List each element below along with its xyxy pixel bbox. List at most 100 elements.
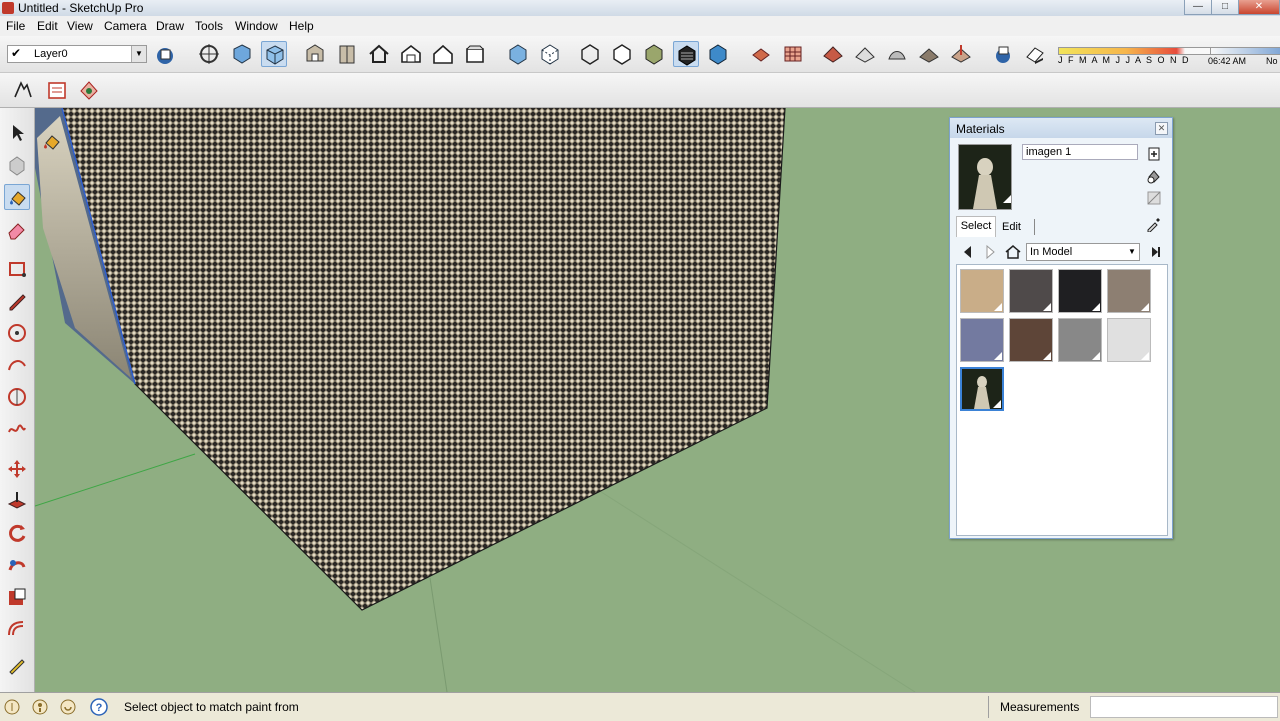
back-view-icon[interactable] bbox=[398, 41, 424, 67]
material-swatch-selected[interactable] bbox=[960, 367, 1004, 411]
layer-name: Layer0 bbox=[34, 48, 68, 60]
material-swatch[interactable] bbox=[1058, 269, 1102, 313]
menu-file[interactable]: File bbox=[6, 19, 25, 33]
material-swatch[interactable] bbox=[1009, 318, 1053, 362]
drape-icon[interactable] bbox=[948, 41, 974, 67]
tab-divider bbox=[1034, 219, 1035, 235]
rotate-icon[interactable] bbox=[4, 520, 30, 546]
material-swatch[interactable] bbox=[1058, 318, 1102, 362]
model-info-icon[interactable] bbox=[44, 77, 70, 103]
default-material-icon[interactable] bbox=[1146, 168, 1162, 184]
sample-paint-eyedropper-icon[interactable] bbox=[1146, 216, 1162, 233]
home-view-icon[interactable] bbox=[366, 41, 392, 67]
tab-select[interactable]: Select bbox=[956, 216, 996, 237]
display-shadows-icon[interactable] bbox=[1022, 41, 1048, 67]
tape-measure-icon[interactable] bbox=[4, 652, 30, 678]
move-icon[interactable] bbox=[4, 456, 30, 482]
material-swatch[interactable] bbox=[960, 269, 1004, 313]
menu-edit[interactable]: Edit bbox=[37, 19, 58, 33]
iso-view-icon[interactable] bbox=[229, 41, 255, 67]
circle-icon[interactable] bbox=[4, 320, 30, 346]
shaded-with-textures-icon[interactable] bbox=[673, 41, 699, 67]
tab-edit[interactable]: Edit bbox=[1002, 221, 1021, 233]
layer-manager-icon[interactable] bbox=[152, 42, 178, 68]
help-icon[interactable]: ? bbox=[90, 698, 108, 716]
polygon-icon[interactable] bbox=[4, 384, 30, 410]
material-swatch[interactable] bbox=[1009, 269, 1053, 313]
components-icon[interactable] bbox=[76, 77, 102, 103]
credits-icon[interactable] bbox=[31, 698, 49, 716]
create-material-icon[interactable] bbox=[1146, 146, 1162, 162]
add-location-icon[interactable] bbox=[748, 41, 774, 67]
chevron-down-icon[interactable]: ▼ bbox=[131, 46, 146, 62]
top-view-icon[interactable] bbox=[261, 41, 287, 67]
arc-icon[interactable] bbox=[4, 352, 30, 378]
monochrome-icon[interactable] bbox=[705, 41, 731, 67]
shadows-settings-icon[interactable] bbox=[990, 41, 1016, 67]
menu-draw[interactable]: Draw bbox=[156, 19, 184, 33]
shadow-time-slider[interactable] bbox=[1210, 47, 1280, 55]
shadow-noon-label: No bbox=[1266, 56, 1278, 66]
close-button[interactable]: ✕ bbox=[1238, 0, 1280, 15]
geo-location-icon[interactable] bbox=[3, 698, 21, 716]
tape-measure-walk-icon[interactable] bbox=[10, 77, 36, 103]
follow-me-icon[interactable] bbox=[4, 552, 30, 578]
select-arrow-icon[interactable] bbox=[4, 120, 30, 146]
status-bar: ? Select object to match paint from Meas… bbox=[0, 692, 1280, 721]
green-axis bbox=[35, 453, 196, 507]
orbit-icon[interactable] bbox=[196, 41, 222, 67]
menu-view[interactable]: View bbox=[67, 19, 93, 33]
forward-arrow-icon[interactable] bbox=[982, 244, 998, 260]
materials-panel: Materials ✕ imagen 1 Select Edit In Mode… bbox=[949, 117, 1173, 539]
chevron-down-icon[interactable]: ▼ bbox=[1125, 244, 1139, 260]
stamp-icon[interactable] bbox=[916, 41, 942, 67]
terrain-icon[interactable] bbox=[780, 41, 806, 67]
rectangle-icon[interactable] bbox=[4, 256, 30, 282]
freehand-icon[interactable] bbox=[4, 416, 30, 442]
offset-icon[interactable] bbox=[4, 616, 30, 642]
shadow-date-slider[interactable] bbox=[1058, 47, 1228, 55]
home-icon[interactable] bbox=[1005, 244, 1021, 260]
material-name-field[interactable]: imagen 1 bbox=[1022, 144, 1138, 160]
collection-dropdown[interactable]: In Model ▼ bbox=[1026, 243, 1140, 261]
smoove-icon[interactable] bbox=[884, 41, 910, 67]
paint-default-icon[interactable] bbox=[1146, 190, 1162, 206]
guide-line bbox=[429, 577, 448, 692]
front-view-icon[interactable] bbox=[302, 41, 328, 67]
sandbox-from-contours-icon[interactable] bbox=[820, 41, 846, 67]
make-component-icon[interactable] bbox=[4, 152, 30, 178]
menu-camera[interactable]: Camera bbox=[104, 19, 147, 33]
materials-close-button[interactable]: ✕ bbox=[1155, 122, 1168, 135]
scale-icon[interactable] bbox=[4, 584, 30, 610]
left-view-icon[interactable] bbox=[430, 41, 456, 67]
menu-help[interactable]: Help bbox=[289, 19, 314, 33]
minimize-button[interactable]: — bbox=[1184, 0, 1212, 15]
material-swatch[interactable] bbox=[1107, 318, 1151, 362]
eraser-icon[interactable] bbox=[4, 216, 30, 242]
details-arrow-icon[interactable] bbox=[1147, 244, 1163, 260]
maximize-button[interactable]: □ bbox=[1211, 0, 1239, 15]
drawing-toolbar bbox=[0, 108, 35, 692]
material-swatch[interactable] bbox=[960, 318, 1004, 362]
menu-window[interactable]: Window bbox=[235, 19, 278, 33]
user-icon[interactable] bbox=[59, 698, 77, 716]
back-edges-icon[interactable] bbox=[537, 41, 563, 67]
shaded-icon[interactable] bbox=[641, 41, 667, 67]
xray-icon[interactable] bbox=[505, 41, 531, 67]
material-swatch[interactable] bbox=[1107, 269, 1151, 313]
svg-text:?: ? bbox=[96, 702, 103, 714]
back-arrow-icon[interactable] bbox=[960, 244, 976, 260]
material-preview bbox=[958, 144, 1012, 210]
wireframe-icon[interactable] bbox=[577, 41, 603, 67]
push-pull-icon[interactable] bbox=[4, 488, 30, 514]
right-view-icon[interactable] bbox=[334, 41, 360, 67]
layer-dropdown[interactable]: ✔ Layer0 ▼ bbox=[7, 45, 147, 63]
hidden-line-icon[interactable] bbox=[609, 41, 635, 67]
menu-tools[interactable]: Tools bbox=[195, 19, 223, 33]
sandbox-from-scratch-icon[interactable] bbox=[852, 41, 878, 67]
paint-bucket-icon[interactable] bbox=[4, 184, 30, 210]
line-pencil-icon[interactable] bbox=[4, 288, 30, 314]
bottom-view-icon[interactable] bbox=[462, 41, 488, 67]
measurements-input[interactable] bbox=[1090, 696, 1278, 718]
shadow-month-labels: J F M A M J J A S O N D bbox=[1058, 55, 1191, 65]
